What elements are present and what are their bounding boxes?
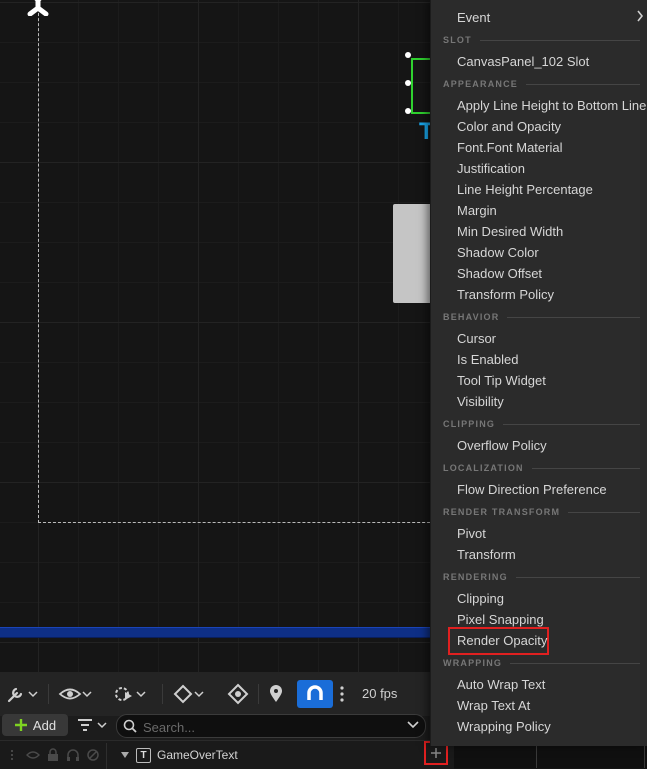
- toolbar-divider: [258, 684, 259, 704]
- menu-item[interactable]: Color and Opacity: [457, 116, 561, 137]
- menu-item[interactable]: Overflow Policy: [457, 435, 547, 456]
- chevron-down-icon: [136, 691, 146, 698]
- resize-handle[interactable]: [405, 108, 411, 114]
- plus-icon: [14, 719, 27, 731]
- menu-item[interactable]: Wrap Text At: [457, 695, 530, 716]
- track-divider: [536, 746, 537, 768]
- menu-section-appearance: APPEARANCE: [443, 78, 640, 90]
- menu-item[interactable]: Tool Tip Widget: [457, 370, 546, 391]
- add-button[interactable]: Add: [2, 714, 68, 736]
- menu-item[interactable]: Transform: [457, 544, 516, 565]
- chevron-right-icon: [637, 10, 644, 22]
- hierarchy-item-label: GameOverText: [157, 748, 238, 762]
- menu-item[interactable]: Transform Policy: [457, 284, 554, 305]
- menu-item[interactable]: Visibility: [457, 391, 504, 412]
- magnet-icon: [307, 685, 323, 700]
- menu-item[interactable]: Shadow Color: [457, 242, 539, 263]
- menu-item[interactable]: Is Enabled: [457, 349, 518, 370]
- transform-mode-button[interactable]: [226, 680, 250, 708]
- snap-magnet-toggle[interactable]: [297, 680, 333, 708]
- blocked-icon[interactable]: [86, 748, 100, 762]
- chevron-down-icon: [97, 722, 107, 729]
- toolbar-divider: [162, 684, 163, 704]
- toolbar-divider: [48, 684, 49, 704]
- chevron-down-icon: [82, 691, 92, 698]
- keyframe-dropdown[interactable]: [172, 680, 204, 708]
- eye-icon: [58, 688, 82, 700]
- filter-dropdown[interactable]: [74, 714, 110, 736]
- headphones-icon[interactable]: [66, 748, 80, 762]
- menu-item[interactable]: Min Desired Width: [457, 221, 563, 242]
- chevron-down-icon: [194, 691, 204, 698]
- menu-item[interactable]: Line Height Percentage: [457, 179, 593, 200]
- play-settings-dropdown[interactable]: [112, 680, 146, 708]
- menu-item[interactable]: Justification: [457, 158, 525, 179]
- gear-play-icon: [115, 687, 132, 701]
- menu-item[interactable]: Pivot: [457, 523, 486, 544]
- menu-item[interactable]: Apply Line Height to Bottom Line: [457, 95, 646, 116]
- location-pin-button[interactable]: [268, 680, 284, 708]
- menu-item[interactable]: Cursor: [457, 328, 496, 349]
- menu-item[interactable]: CanvasPanel_102 Slot: [457, 51, 589, 72]
- menu-section-rendering: RENDERING: [443, 571, 640, 583]
- menu-section-localization: LOCALIZATION: [443, 462, 640, 474]
- diamond-icon: [173, 684, 193, 704]
- search-input[interactable]: [141, 717, 395, 737]
- menu-item[interactable]: Margin: [457, 200, 497, 221]
- tools-dropdown[interactable]: [6, 680, 38, 708]
- eye-icon[interactable]: [26, 748, 40, 762]
- view-options-dropdown[interactable]: [58, 680, 92, 708]
- lock-icon[interactable]: [46, 748, 60, 762]
- search-icon: [123, 719, 137, 733]
- move-diamond-icon: [227, 683, 249, 705]
- track-add-menu: Event SLOT CanvasPanel_102 Slot APPEARAN…: [430, 0, 647, 746]
- menu-item-render-opacity[interactable]: Render Opacity: [457, 630, 547, 651]
- hierarchy-row[interactable]: T GameOverText: [0, 740, 454, 769]
- menu-section-clipping: CLIPPING: [443, 418, 640, 430]
- menu-item[interactable]: Shadow Offset: [457, 263, 542, 284]
- timeline-track-area: [454, 746, 647, 768]
- menu-section-behavior: BEHAVIOR: [443, 311, 640, 323]
- plus-icon: [431, 748, 441, 758]
- resize-handle[interactable]: [405, 80, 411, 86]
- menu-item[interactable]: Wrapping Policy: [457, 716, 551, 737]
- menu-item[interactable]: Auto Wrap Text: [457, 674, 545, 695]
- text-widget-icon: T: [136, 747, 151, 763]
- menu-item-event[interactable]: Event: [457, 7, 490, 28]
- more-options-button[interactable]: [335, 680, 349, 708]
- menu-item[interactable]: Clipping: [457, 588, 504, 609]
- row-visibility-icons: [8, 746, 104, 764]
- row-divider: [106, 743, 107, 769]
- anchor-icon[interactable]: [14, 0, 62, 16]
- chevron-down-icon: [28, 691, 38, 698]
- fps-selector[interactable]: 20 fps: [362, 680, 397, 708]
- menu-section-slot: SLOT: [443, 34, 640, 46]
- menu-item[interactable]: Font.Font Material: [457, 137, 563, 158]
- hierarchy-item[interactable]: T GameOverText: [120, 746, 238, 764]
- drag-handle-icon[interactable]: [8, 748, 20, 762]
- menu-section-render-transform: RENDER TRANSFORM: [443, 506, 640, 518]
- kebab-icon: [340, 686, 344, 702]
- resize-handle[interactable]: [405, 52, 411, 58]
- track-divider: [644, 746, 645, 768]
- location-pin-icon: [270, 685, 282, 702]
- filter-icon: [78, 719, 92, 731]
- add-button-label: Add: [32, 717, 57, 733]
- chevron-down-icon[interactable]: [407, 720, 419, 730]
- caret-down-icon[interactable]: [120, 751, 130, 759]
- wrench-icon: [7, 687, 23, 703]
- menu-item[interactable]: Flow Direction Preference: [457, 479, 607, 500]
- search-field[interactable]: [116, 714, 426, 738]
- menu-section-wrapping: WRAPPING: [443, 657, 640, 669]
